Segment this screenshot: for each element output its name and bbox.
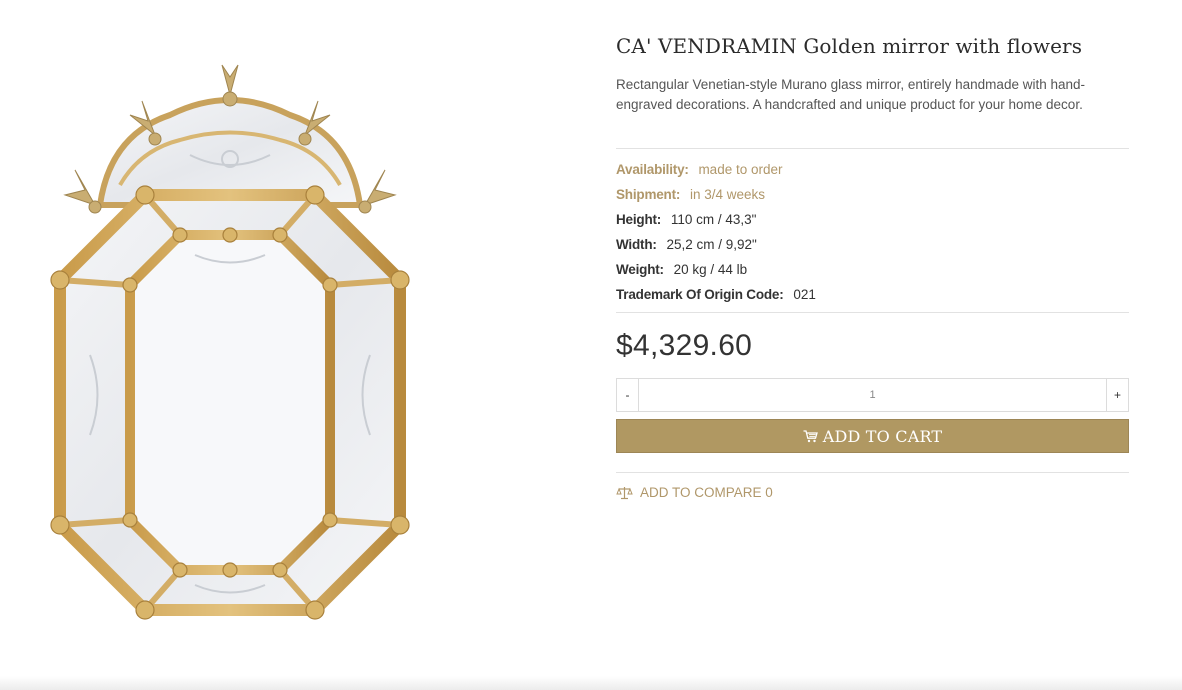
divider [616,312,1129,313]
attr-label: Width: [616,237,657,252]
product-image-pane [0,0,560,690]
attr-label: Height: [616,212,662,227]
attr-value: 021 [793,287,816,302]
quantity-input[interactable] [639,379,1106,411]
add-to-cart-label: ADD TO CART [822,426,943,446]
add-to-compare-label: ADD TO COMPARE 0 [640,485,773,500]
quantity-decrease-button[interactable]: - [617,379,639,411]
attr-label: Availability: [616,162,689,177]
divider [616,148,1129,149]
attr-width: Width: 25,2 cm / 9,92" [616,235,1129,260]
mirror-product-image[interactable] [30,55,430,670]
attr-shipment: Shipment: in 3/4 weeks [616,185,1129,210]
product-title: CA' VENDRAMIN Golden mirror with flowers [616,34,1083,58]
add-to-compare-link[interactable]: ADD TO COMPARE 0 [616,485,1129,500]
product-info: CA' VENDRAMIN Golden mirror with flowers… [616,30,1129,500]
attr-value: 20 kg / 44 lb [673,262,748,277]
quantity-increase-button[interactable]: + [1106,379,1128,411]
cart-icon [803,429,818,443]
scale-icon [616,486,633,500]
divider [616,472,1129,473]
attr-weight: Weight: 20 kg / 44 lb [616,260,1129,285]
add-to-cart-button[interactable]: ADD TO CART [616,419,1129,453]
product-description: Rectangular Venetian-style Murano glass … [616,77,1085,112]
attr-value: made to order [698,162,783,177]
attr-value: 25,2 cm / 9,92" [666,237,757,252]
product-price: $4,329.60 [616,329,753,362]
attr-label: Trademark Of Origin Code: [616,287,784,302]
attr-availability: Availability: made to order [616,160,1129,185]
attr-value: in 3/4 weeks [689,187,766,202]
attr-label: Weight: [616,262,664,277]
attr-value: 110 cm / 43,3" [670,212,757,227]
attr-trademark-origin-code: Trademark Of Origin Code: 021 [616,285,1129,310]
bottom-shadow [0,676,1182,690]
quantity-stepper: - + [616,378,1129,412]
attr-label: Shipment: [616,187,681,202]
product-attributes: Availability: made to order Shipment: in… [616,160,1129,310]
attr-height: Height: 110 cm / 43,3" [616,210,1129,235]
